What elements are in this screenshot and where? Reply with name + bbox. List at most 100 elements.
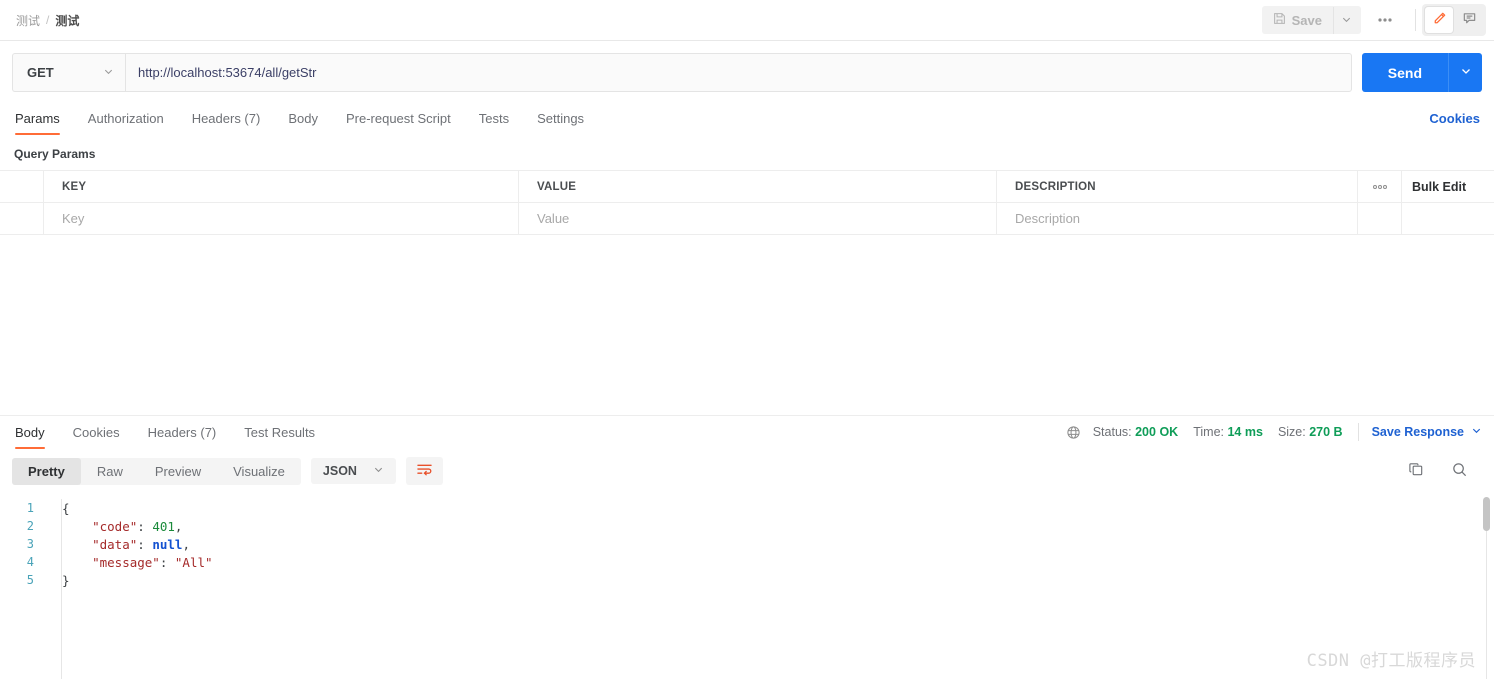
tab-settings[interactable]: Settings — [523, 111, 598, 135]
tab-headers[interactable]: Headers (7) — [178, 111, 275, 135]
bulk-edit-button[interactable]: Bulk Edit — [1402, 171, 1494, 202]
breadcrumb-separator: / — [46, 13, 50, 27]
more-options-button[interactable] — [1365, 8, 1405, 32]
time-label: Time: 14 ms — [1193, 425, 1263, 439]
globe-icon — [1066, 425, 1081, 440]
row-bulk-cell — [1402, 203, 1494, 234]
query-params-table: KEY VALUE DESCRIPTION Bulk Edit Key Valu… — [0, 170, 1494, 235]
bulk-edit-label: Bulk Edit — [1412, 179, 1467, 194]
request-tabs: Params Authorization Headers (7) Body Pr… — [0, 102, 1494, 135]
send-button-group: Send — [1361, 53, 1482, 92]
param-description-input[interactable]: Description — [997, 203, 1358, 234]
line-number: 2 — [26, 519, 34, 533]
tab-params[interactable]: Params — [12, 111, 74, 135]
json-colon: : — [137, 518, 153, 534]
response-format-select[interactable]: JSON — [310, 458, 396, 484]
view-mode-preview[interactable]: Preview — [139, 458, 217, 485]
response-tab-cookies[interactable]: Cookies — [59, 425, 134, 449]
chevron-down-icon — [1460, 65, 1472, 80]
view-toggle-group — [1422, 4, 1486, 36]
size-value: 270 B — [1309, 425, 1343, 439]
http-method-select[interactable]: GET — [12, 53, 125, 92]
word-wrap-button[interactable] — [405, 457, 443, 485]
top-bar: 测试 / 测试 Save — [0, 0, 1494, 41]
ellipsis-icon — [1372, 184, 1387, 189]
postman-request-view: 测试 / 测试 Save GET http://localhost:53674/… — [0, 0, 1494, 679]
view-mode-visualize[interactable]: Visualize — [217, 458, 301, 485]
request-body-empty-area — [0, 235, 1494, 415]
json-string: "All" — [174, 554, 213, 570]
column-header-key: KEY — [44, 171, 519, 202]
json-null: null — [152, 536, 183, 552]
line-number: 5 — [26, 573, 34, 587]
tab-body[interactable]: Body — [274, 111, 332, 135]
copy-icon — [1409, 463, 1423, 476]
send-options-button[interactable] — [1448, 53, 1482, 92]
toolbar-divider — [1415, 9, 1416, 31]
tab-authorization[interactable]: Authorization — [74, 111, 178, 135]
response-body-code[interactable]: 1 { 2 "code" : 401 , 3 "data" : null , 4… — [0, 493, 1494, 679]
param-key-input[interactable]: Key — [44, 203, 519, 234]
floppy-disk-icon — [1273, 12, 1286, 28]
line-number: 3 — [26, 537, 34, 551]
code-line: 1 { — [0, 499, 1494, 517]
view-mode-raw[interactable]: Raw — [81, 458, 139, 485]
column-header-description: DESCRIPTION — [997, 171, 1358, 202]
breadcrumb-current[interactable]: 测试 — [55, 12, 79, 29]
send-button[interactable]: Send — [1361, 53, 1448, 92]
response-tab-body[interactable]: Body — [12, 425, 59, 449]
code-line: 4 "message" : "All" — [0, 553, 1494, 571]
json-colon: : — [137, 536, 153, 552]
status-label-text: Status: — [1092, 425, 1132, 439]
line-content: } — [62, 572, 70, 588]
edit-request-button[interactable] — [1425, 7, 1453, 33]
scrollbar-thumb[interactable] — [1483, 497, 1490, 531]
save-dropdown-button[interactable] — [1333, 6, 1361, 34]
response-view-modes: Pretty Raw Preview Visualize — [12, 457, 301, 485]
json-comma: , — [182, 536, 190, 552]
line-content: { — [62, 500, 70, 516]
search-button[interactable] — [1451, 461, 1468, 481]
response-toolbar: Pretty Raw Preview Visualize JSON — [0, 449, 1494, 493]
table-row[interactable]: Key Value Description — [0, 203, 1494, 235]
breadcrumb-parent[interactable]: 测试 — [16, 12, 40, 29]
code-line: 3 "data" : null , — [0, 535, 1494, 553]
chevron-down-icon — [1471, 425, 1482, 439]
response-tab-headers[interactable]: Headers (7) — [134, 425, 231, 449]
code-line: 5 } — [0, 571, 1494, 589]
code-line: 2 "code" : 401 , — [0, 517, 1494, 535]
status-label: Status: 200 OK — [1093, 425, 1179, 439]
comments-button[interactable] — [1455, 7, 1483, 33]
save-button[interactable]: Save — [1262, 6, 1333, 34]
response-scrollbar[interactable] — [1483, 497, 1490, 679]
param-description-placeholder: Description — [1015, 211, 1081, 226]
line-number: 4 — [26, 555, 34, 569]
save-response-label: Save Response — [1371, 425, 1464, 439]
table-options-button[interactable] — [1358, 171, 1402, 202]
copy-button[interactable] — [1408, 461, 1425, 481]
response-meta: Status: 200 OK Time: 14 ms Size: 270 B S… — [1066, 423, 1482, 449]
response-tab-test-results[interactable]: Test Results — [230, 425, 329, 449]
row-checkbox[interactable] — [0, 203, 44, 234]
size-label-text: Size: — [1277, 425, 1306, 439]
header-checkbox-cell — [0, 171, 44, 202]
table-header-row: KEY VALUE DESCRIPTION Bulk Edit — [0, 171, 1494, 203]
request-url-input[interactable]: http://localhost:53674/all/getStr — [125, 53, 1352, 92]
size-label: Size: 270 B — [1278, 425, 1343, 439]
search-icon — [1453, 463, 1467, 477]
save-button-group: Save — [1261, 6, 1361, 34]
tab-pre-request-script[interactable]: Pre-request Script — [332, 111, 465, 135]
param-key-placeholder: Key — [62, 211, 85, 226]
json-number: 401 — [152, 518, 175, 534]
top-bar-actions: Save — [1261, 4, 1486, 36]
column-header-value: VALUE — [519, 171, 997, 202]
time-label-text: Time: — [1193, 425, 1224, 439]
time-value: 14 ms — [1227, 425, 1263, 439]
cookies-link[interactable]: Cookies — [1429, 111, 1482, 135]
status-value: 200 OK — [1135, 425, 1179, 439]
json-key: "data" — [62, 536, 138, 552]
tab-tests[interactable]: Tests — [465, 111, 523, 135]
save-response-button[interactable]: Save Response — [1372, 425, 1482, 439]
param-value-input[interactable]: Value — [519, 203, 997, 234]
view-mode-pretty[interactable]: Pretty — [12, 457, 81, 485]
